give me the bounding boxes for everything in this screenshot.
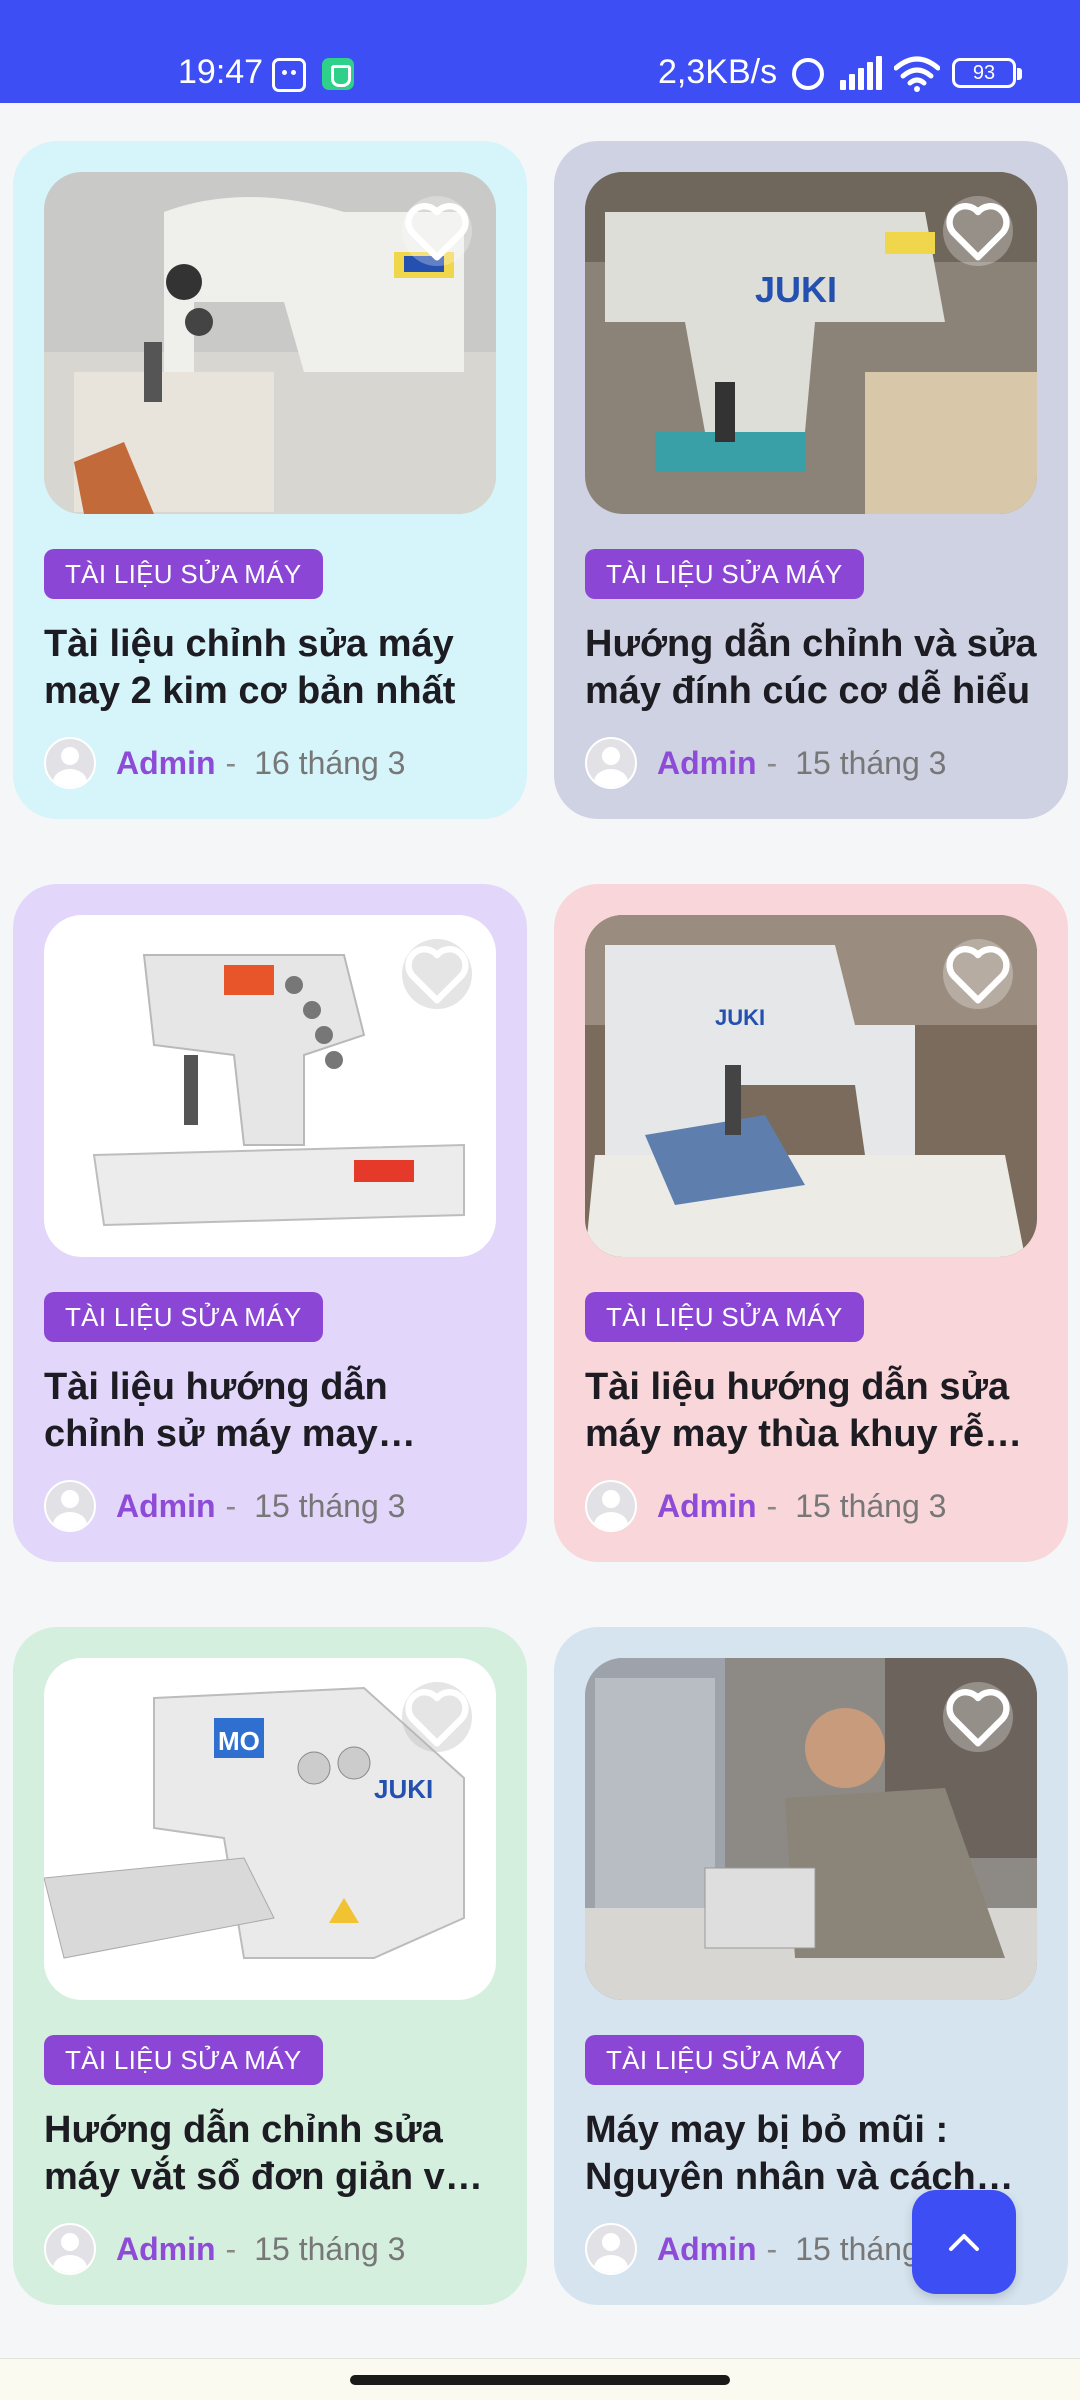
author-name[interactable]: Admin	[657, 1488, 757, 1525]
article-date: 15 tháng 3	[795, 744, 947, 781]
article-thumbnail: MO JUKI	[44, 1658, 496, 2000]
alarm-icon	[792, 58, 824, 90]
article-card[interactable]: MO JUKI TÀI LIỆU SỬA MÁY Hướng dẫn chỉnh…	[13, 1627, 527, 2305]
favorite-button[interactable]	[402, 939, 472, 1009]
category-tag[interactable]: TÀI LIỆU SỬA MÁY	[44, 2035, 323, 2085]
article-meta: Admin - 15 tháng 3	[585, 1479, 946, 1533]
battery-icon: 93	[952, 58, 1022, 88]
meta-separator: -	[225, 744, 237, 781]
article-meta: Admin - 16 tháng 3	[44, 736, 405, 790]
article-thumbnail: JUKI	[585, 915, 1037, 1257]
author-avatar	[585, 1480, 637, 1532]
article-thumbnail	[44, 172, 496, 514]
article-thumbnail	[585, 1658, 1037, 2000]
wifi-icon	[893, 56, 941, 92]
meta-separator: -	[766, 2230, 778, 2267]
category-tag[interactable]: TÀI LIỆU SỬA MÁY	[585, 1292, 864, 1342]
favorite-button[interactable]	[402, 196, 472, 266]
article-title[interactable]: Tài liệu hướng dẫn sửa máy may thùa khuy…	[585, 1364, 1040, 1458]
author-avatar	[585, 737, 637, 789]
heart-icon	[946, 1689, 1010, 1747]
chevron-up-icon	[949, 2234, 979, 2251]
article-title[interactable]: Tài liệu chỉnh sửa máy may 2 kim cơ bản …	[44, 621, 499, 715]
meta-separator: -	[225, 1487, 237, 1524]
article-date: 16 tháng 3	[254, 744, 406, 781]
category-tag[interactable]: TÀI LIỆU SỬA MÁY	[585, 549, 864, 599]
meta-separator: -	[225, 2230, 237, 2267]
author-name[interactable]: Admin	[116, 745, 216, 782]
shield-notification-icon	[322, 58, 354, 90]
category-tag[interactable]: TÀI LIỆU SỬA MÁY	[44, 1292, 323, 1342]
home-gesture-handle[interactable]	[350, 2375, 730, 2385]
network-rate: 2,3KB/s	[658, 53, 778, 91]
article-meta: Admin - 15 tháng 3	[585, 2222, 946, 2276]
article-meta: Admin - 15 tháng 3	[585, 736, 946, 790]
author-name[interactable]: Admin	[657, 745, 757, 782]
meta-separator: -	[766, 744, 778, 781]
article-card[interactable]: TÀI LIỆU SỬA MÁY Tài liệu hướng dẫn chỉn…	[13, 884, 527, 1562]
scroll-to-top-button[interactable]	[912, 2190, 1016, 2294]
svg-text:JUKI: JUKI	[715, 1005, 765, 1030]
meta-separator: -	[766, 1487, 778, 1524]
author-name[interactable]: Admin	[116, 2231, 216, 2268]
category-tag[interactable]: TÀI LIỆU SỬA MÁY	[44, 549, 323, 599]
author-name[interactable]: Admin	[657, 2231, 757, 2268]
svg-text:JUKI: JUKI	[374, 1774, 433, 1804]
heart-icon	[946, 203, 1010, 261]
article-card[interactable]: JUKI TÀI LIỆU SỬA MÁY Hướng dẫn chỉnh và…	[554, 141, 1068, 819]
article-title[interactable]: Tài liệu hướng dẫn chỉnh sử máy may kans…	[44, 1364, 499, 1458]
heart-icon	[405, 1689, 469, 1747]
article-title[interactable]: Máy may bị bỏ mũi : Nguyên nhân và cách …	[585, 2107, 1040, 2201]
article-title[interactable]: Hướng dẫn chỉnh và sửa máy đính cúc cơ d…	[585, 621, 1040, 715]
author-avatar	[44, 2223, 96, 2275]
article-meta: Admin - 15 tháng 3	[44, 2222, 405, 2276]
svg-text:MO: MO	[218, 1726, 260, 1756]
article-meta: Admin - 15 tháng 3	[44, 1479, 405, 1533]
heart-icon	[405, 203, 469, 261]
article-title[interactable]: Hướng dẫn chỉnh sửa máy vắt sổ đơn giản …	[44, 2107, 499, 2201]
article-card[interactable]: TÀI LIỆU SỬA MÁY Tài liệu chỉnh sửa máy …	[13, 141, 527, 819]
favorite-button[interactable]	[943, 939, 1013, 1009]
navigation-bar	[0, 2358, 1080, 2400]
author-name[interactable]: Admin	[116, 1488, 216, 1525]
heart-icon	[946, 946, 1010, 1004]
author-avatar	[44, 737, 96, 789]
article-thumbnail: JUKI	[585, 172, 1037, 514]
article-grid: TÀI LIỆU SỬA MÁY Tài liệu chỉnh sửa máy …	[0, 103, 1080, 2353]
author-avatar	[44, 1480, 96, 1532]
article-date: 15 tháng 3	[795, 1487, 947, 1524]
article-date: 15 tháng 3	[254, 2230, 406, 2267]
favorite-button[interactable]	[943, 1682, 1013, 1752]
status-bar: 19:47 2,3KB/s 93	[0, 0, 1080, 103]
category-tag[interactable]: TÀI LIỆU SỬA MÁY	[585, 2035, 864, 2085]
favorite-button[interactable]	[402, 1682, 472, 1752]
article-thumbnail	[44, 915, 496, 1257]
article-card[interactable]: JUKI TÀI LIỆU SỬA MÁY Tài liệu hướng dẫn…	[554, 884, 1068, 1562]
cell-signal-icon	[840, 56, 882, 90]
face-notification-icon	[272, 58, 306, 92]
svg-text:JUKI: JUKI	[755, 269, 837, 310]
heart-icon	[405, 946, 469, 1004]
article-date: 15 tháng 3	[254, 1487, 406, 1524]
author-avatar	[585, 2223, 637, 2275]
favorite-button[interactable]	[943, 196, 1013, 266]
status-time: 19:47	[178, 53, 264, 91]
